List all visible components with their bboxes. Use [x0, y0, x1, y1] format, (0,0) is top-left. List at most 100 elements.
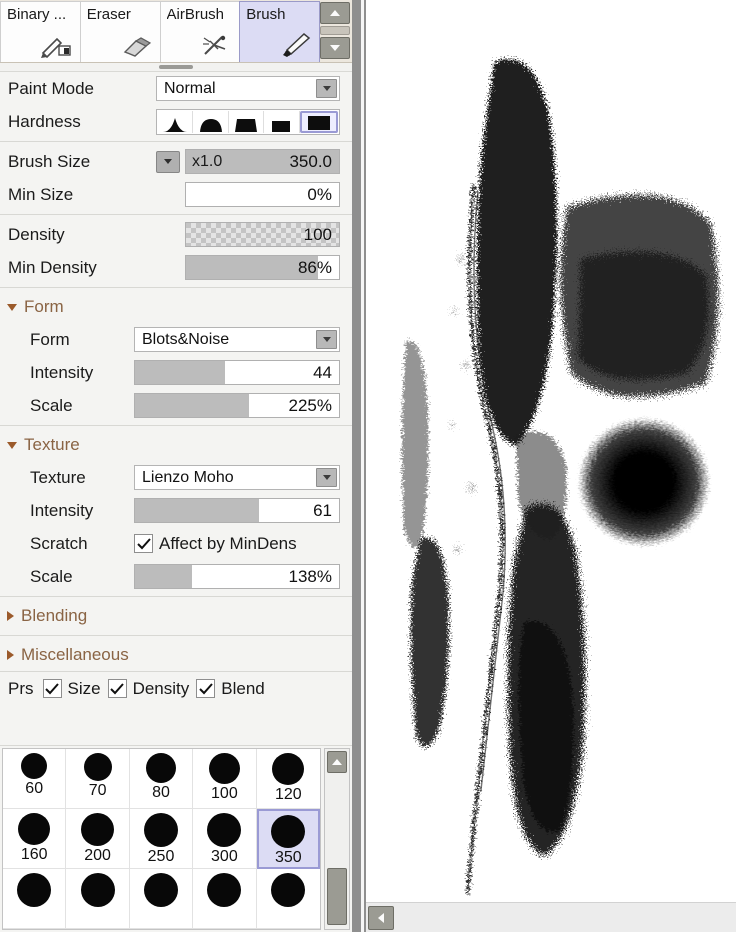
tool-tab-binary[interactable]: Binary ...: [0, 1, 81, 62]
texture-intensity-row: Intensity 61: [0, 494, 352, 527]
form-intensity-slider[interactable]: 44: [134, 360, 340, 385]
brush-size-label: Brush Size: [8, 151, 91, 171]
pressure-density-label: Density: [132, 678, 190, 698]
brush-preset-grid[interactable]: 60 70 80 100 120 160 200 250 300 350: [2, 748, 321, 930]
flat-top-icon: [235, 118, 258, 132]
brush-preset-dot: [18, 813, 51, 845]
form-scale-slider[interactable]: 225%: [134, 393, 340, 418]
section-header-miscellaneous[interactable]: Miscellaneous: [0, 639, 352, 671]
hardness-option-sharp-peak[interactable]: [158, 110, 194, 133]
brush-preset-dot: [17, 873, 52, 907]
scrollbar-thumb[interactable]: [327, 868, 347, 925]
texture-intensity-slider[interactable]: 61: [134, 498, 340, 523]
pressure-blend-checkbox[interactable]: [196, 679, 216, 698]
texture-intensity-value: 61: [313, 500, 332, 520]
section-header-blending[interactable]: Blending: [0, 600, 352, 632]
hardness-option-rounded-bell[interactable]: [193, 110, 229, 133]
texture-scale-value: 138%: [288, 566, 332, 586]
panel-canvas-divider[interactable]: [352, 0, 366, 932]
hardness-option-rectangle[interactable]: [264, 110, 300, 133]
brush-preset-250[interactable]: 250: [129, 809, 194, 869]
form-dropdown[interactable]: Blots&Noise: [134, 327, 340, 352]
brush-preset-100[interactable]: 100: [193, 749, 257, 809]
brush-preset-350[interactable]: 350: [256, 809, 320, 869]
tool-tab-brush[interactable]: Brush: [239, 1, 320, 62]
tool-scroll-thumb[interactable]: [320, 26, 350, 35]
brush-preset-item-13[interactable]: [193, 869, 257, 929]
section-header-form[interactable]: Form: [0, 291, 352, 323]
brush-preset-item-11[interactable]: [66, 869, 130, 929]
affect-by-mindens-label: Affect by MinDens: [159, 533, 297, 553]
min-density-row: Min Density 86%: [0, 251, 352, 284]
brush-preset-70[interactable]: 70: [66, 749, 130, 809]
brush-preset-300[interactable]: 300: [193, 809, 257, 869]
paint-mode-dropdown[interactable]: Normal: [156, 76, 340, 101]
hardness-selector[interactable]: [156, 108, 340, 135]
pressure-size-checkbox[interactable]: [42, 679, 62, 698]
hardness-row: Hardness: [0, 105, 352, 138]
pressure-blend-toggle[interactable]: Blend: [196, 679, 265, 699]
slider-fill: [135, 394, 250, 417]
pressure-size-toggle[interactable]: Size: [42, 678, 101, 699]
brush-preset-160[interactable]: 160: [3, 809, 67, 869]
brush-size-preset-dropdown[interactable]: [156, 150, 180, 173]
form-intensity-label: Intensity: [30, 362, 94, 382]
divider: [0, 214, 352, 215]
scroll-up-icon[interactable]: [320, 2, 350, 24]
brush-preset-60[interactable]: 60: [3, 749, 67, 809]
tool-tab-label: Eraser: [86, 6, 131, 23]
hardness-option-flat-top[interactable]: [229, 110, 265, 133]
pressure-size-label: Size: [67, 678, 101, 698]
texture-type-row: Texture Lienzo Moho: [0, 461, 352, 494]
texture-intensity-label: Intensity: [30, 500, 94, 520]
min-density-label: Min Density: [8, 257, 97, 277]
section-title: Blending: [21, 606, 88, 625]
chevron-down-icon[interactable]: [316, 330, 337, 349]
slider-fill: [135, 361, 225, 384]
scroll-down-icon[interactable]: [320, 37, 350, 59]
brush-preset-item-12[interactable]: [129, 869, 194, 929]
scroll-up-icon[interactable]: [327, 751, 347, 773]
density-slider[interactable]: 100: [185, 222, 340, 247]
brush-preset-dot: [145, 753, 176, 783]
tool-tab-scrollbar[interactable]: [320, 2, 350, 60]
form-value: Blots&Noise: [142, 330, 230, 348]
brush-preset-dot: [208, 753, 240, 784]
chevron-down-icon[interactable]: [316, 79, 337, 98]
paint-mode-value: Normal: [164, 79, 216, 97]
min-density-value: 86%: [297, 257, 332, 277]
section-header-texture[interactable]: Texture: [0, 429, 352, 461]
brush-preset-120[interactable]: 120: [256, 749, 320, 809]
form-type-row: Form Blots&Noise: [0, 323, 352, 356]
brush-preset-80[interactable]: 80: [129, 749, 194, 809]
brush-size-slider[interactable]: x1.0 350.0: [185, 149, 340, 174]
texture-scale-label: Scale: [30, 566, 73, 586]
brush-preset-dot: [207, 873, 242, 907]
splitter-grip: [159, 65, 193, 69]
brush-preset-item-10[interactable]: [3, 869, 67, 929]
brush-preset-200[interactable]: 200: [66, 809, 130, 869]
panel-splitter[interactable]: [0, 62, 352, 72]
tool-tab-eraser[interactable]: Eraser: [79, 1, 161, 62]
scrollbar-track[interactable]: [394, 906, 734, 930]
brush-preset-item-14[interactable]: [256, 869, 320, 929]
texture-scale-slider[interactable]: 138%: [134, 564, 340, 589]
drawing-canvas[interactable]: [366, 0, 736, 902]
brush-preset-scrollbar[interactable]: [324, 748, 350, 930]
section-title: Texture: [24, 435, 80, 454]
hardness-option-solid-block[interactable]: [299, 110, 339, 133]
rectangle-icon: [272, 120, 291, 132]
min-size-slider[interactable]: 0%: [185, 182, 340, 207]
scroll-left-icon[interactable]: [368, 905, 394, 930]
texture-dropdown[interactable]: Lienzo Moho: [134, 465, 340, 490]
canvas-horizontal-scrollbar[interactable]: [366, 902, 736, 932]
rounded-bell-icon: [199, 118, 222, 132]
tool-tab-airbrush[interactable]: AirBrush: [159, 1, 241, 62]
chevron-down-icon: [7, 303, 17, 311]
scrollbar-track[interactable]: [327, 773, 347, 927]
pressure-density-checkbox[interactable]: [107, 679, 127, 698]
affect-by-mindens-checkbox[interactable]: [134, 534, 153, 553]
pressure-density-toggle[interactable]: Density: [107, 678, 190, 699]
min-density-slider[interactable]: 86%: [185, 255, 340, 280]
chevron-down-icon[interactable]: [316, 468, 337, 487]
